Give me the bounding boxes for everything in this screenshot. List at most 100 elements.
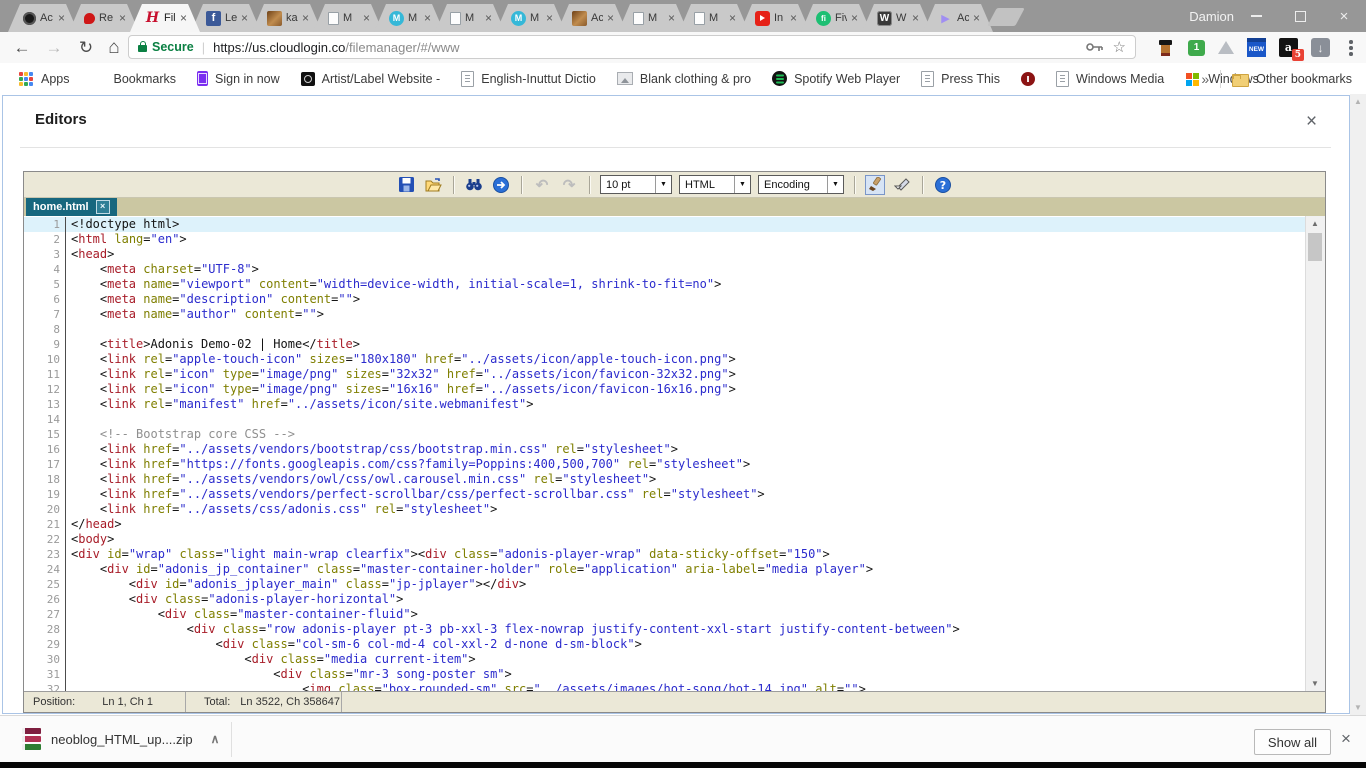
scroll-down-icon[interactable]: ▼ bbox=[1306, 679, 1324, 688]
undo-button[interactable]: ↶ bbox=[532, 175, 552, 195]
tab-title: M bbox=[709, 12, 725, 24]
download-item[interactable]: neoblog_HTML_up....zip ∧ bbox=[22, 723, 219, 755]
page-scrollbar[interactable]: ▲ ▼ bbox=[1350, 94, 1366, 715]
encoding-select[interactable]: Encoding ▼ bbox=[758, 175, 844, 194]
line-number: 9 bbox=[24, 337, 66, 352]
extension-man-hat-icon[interactable] bbox=[1156, 38, 1175, 57]
editor-scrollbar[interactable]: ▲ ▼ bbox=[1305, 216, 1325, 691]
browser-tab-m[interactable]: M× bbox=[679, 4, 749, 32]
extension-drive-icon[interactable] bbox=[1218, 41, 1234, 54]
minimize-button[interactable] bbox=[1234, 0, 1278, 32]
bookmark-red-circle[interactable] bbox=[1021, 72, 1035, 86]
show-all-button[interactable]: Show all bbox=[1254, 729, 1331, 755]
key-icon[interactable] bbox=[1086, 42, 1103, 52]
bookmark-sign-in-now[interactable]: Sign in now bbox=[197, 71, 280, 86]
browser-tab-m[interactable]: M× bbox=[313, 4, 383, 32]
scroll-down-icon[interactable]: ▼ bbox=[1350, 703, 1366, 712]
bookmark-windows-media[interactable]: Windows Media bbox=[1056, 71, 1164, 87]
bookmark-english-inuttut-dictio[interactable]: English-Inuttut Dictio bbox=[461, 71, 596, 87]
line-number: 26 bbox=[24, 592, 66, 607]
bookmark-star-icon[interactable]: ☆ bbox=[1113, 38, 1126, 56]
tab-close-icon[interactable]: × bbox=[668, 13, 675, 23]
extension-download-icon[interactable]: ↓ bbox=[1311, 38, 1330, 57]
tab-close-icon[interactable]: × bbox=[973, 13, 980, 23]
extension-amazon-icon[interactable]: a5 bbox=[1279, 38, 1298, 57]
bookmarks-overflow-chevron[interactable]: » bbox=[1201, 71, 1209, 87]
tab-close-icon[interactable]: × bbox=[424, 13, 431, 23]
font-size-select[interactable]: 10 pt ▼ bbox=[600, 175, 672, 194]
tab-close-icon[interactable]: × bbox=[119, 13, 126, 23]
browser-tab-ac[interactable]: Ac× bbox=[557, 4, 627, 32]
w-badge-favicon: W bbox=[877, 11, 892, 26]
browser-tab-ka[interactable]: ka× bbox=[252, 4, 322, 32]
tab-strip: Ac×Re×HFil×fLe×ka×M×MM×M×MM×Ac×M×M×In×fi… bbox=[8, 4, 984, 32]
tab-close-icon[interactable]: × bbox=[851, 13, 858, 23]
browser-tab-fiv[interactable]: fiFiv× bbox=[801, 4, 871, 32]
m-circle-favicon: M bbox=[511, 11, 526, 26]
find-button[interactable] bbox=[464, 175, 484, 195]
extension-new-icon[interactable]: NEW bbox=[1247, 38, 1266, 57]
tab-close-icon[interactable]: × bbox=[729, 13, 736, 23]
shelf-close-icon[interactable]: × bbox=[1341, 729, 1351, 749]
goto-button[interactable] bbox=[491, 175, 511, 195]
redo-button[interactable]: ↷ bbox=[559, 175, 579, 195]
bookmark-blank-clothing-pro[interactable]: Blank clothing & pro bbox=[617, 72, 751, 86]
browser-menu-icon[interactable] bbox=[1349, 40, 1353, 56]
clear-button[interactable] bbox=[892, 175, 912, 195]
editor-tab-home-html[interactable]: home.html × bbox=[26, 198, 117, 216]
browser-tab-m[interactable]: MM× bbox=[374, 4, 444, 32]
tab-close-icon[interactable]: × bbox=[912, 13, 919, 23]
other-bookmarks[interactable]: Other bookmarks bbox=[1232, 71, 1352, 87]
restore-button[interactable] bbox=[1278, 0, 1322, 32]
browser-tab-ac[interactable]: ▶Ac× bbox=[923, 4, 993, 32]
tab-close-icon[interactable]: × bbox=[58, 13, 65, 23]
browser-tab-re[interactable]: Re× bbox=[69, 4, 139, 32]
bookmark-spotify-web-player[interactable]: Spotify Web Player bbox=[772, 71, 900, 86]
help-button[interactable]: ? bbox=[933, 175, 953, 195]
browser-tab-fil[interactable]: HFil× bbox=[130, 4, 200, 32]
scroll-up-icon[interactable]: ▲ bbox=[1306, 219, 1324, 228]
tab-close-icon[interactable]: × bbox=[363, 13, 370, 23]
browser-tab-ac[interactable]: Ac× bbox=[8, 4, 78, 32]
browser-tab-in[interactable]: In× bbox=[740, 4, 810, 32]
bookmark-artist-label-website[interactable]: Artist/Label Website - bbox=[301, 72, 441, 86]
reload-button[interactable]: ↻ bbox=[72, 32, 100, 63]
code-text: <!doctype html> bbox=[66, 217, 179, 232]
page-title: Editors bbox=[35, 111, 87, 128]
bookmark-apps[interactable]: Apps bbox=[18, 71, 70, 87]
scroll-up-icon[interactable]: ▲ bbox=[1350, 97, 1366, 106]
scrollbar-thumb[interactable] bbox=[1308, 233, 1322, 261]
browser-tab-m[interactable]: M× bbox=[435, 4, 505, 32]
tab-close-icon[interactable]: × bbox=[180, 13, 187, 23]
highlight-toggle-button[interactable] bbox=[865, 175, 885, 195]
line-number: 12 bbox=[24, 382, 66, 397]
back-button[interactable]: ← bbox=[8, 32, 36, 63]
tab-close-icon[interactable]: × bbox=[546, 13, 553, 23]
bookmark-bookmarks[interactable]: Bookmarks bbox=[91, 71, 177, 87]
bookmark-press-this[interactable]: Press This bbox=[921, 71, 1000, 87]
open-button[interactable] bbox=[423, 175, 443, 195]
tab-close-icon[interactable]: × bbox=[302, 13, 309, 23]
new-tab-button[interactable] bbox=[987, 8, 1025, 26]
tab-close-icon[interactable]: × bbox=[241, 13, 248, 23]
browser-tab-le[interactable]: fLe× bbox=[191, 4, 261, 32]
download-chevron-icon[interactable]: ∧ bbox=[211, 732, 220, 746]
code-canvas[interactable]: 1<!doctype html>2<html lang="en">3<head>… bbox=[24, 217, 1306, 691]
browser-tab-m[interactable]: MM× bbox=[496, 4, 566, 32]
tab-close-icon[interactable]: × bbox=[485, 13, 492, 23]
home-button[interactable]: ⌂ bbox=[100, 32, 128, 63]
tab-close-icon[interactable]: × bbox=[607, 13, 614, 23]
tab-close-icon[interactable]: × bbox=[790, 13, 797, 23]
close-window-button[interactable]: × bbox=[1322, 0, 1366, 32]
bookmarks-bar: Apps Bookmarks Sign in now Artist/Label Web… bbox=[0, 63, 1366, 94]
syntax-select[interactable]: HTML ▼ bbox=[679, 175, 751, 194]
save-button[interactable] bbox=[396, 175, 416, 195]
address-bar[interactable]: Secure | https://us.cloudlogin.co /filem… bbox=[128, 35, 1136, 59]
extension-tag-icon[interactable]: 1 bbox=[1188, 40, 1205, 56]
browser-tab-m[interactable]: M× bbox=[618, 4, 688, 32]
editor-tab-close-icon[interactable]: × bbox=[96, 200, 110, 214]
editors-close-button[interactable]: × bbox=[1306, 112, 1317, 131]
profile-name[interactable]: Damion bbox=[1189, 9, 1234, 24]
browser-tab-w[interactable]: WW× bbox=[862, 4, 932, 32]
forward-button[interactable]: → bbox=[40, 32, 68, 63]
